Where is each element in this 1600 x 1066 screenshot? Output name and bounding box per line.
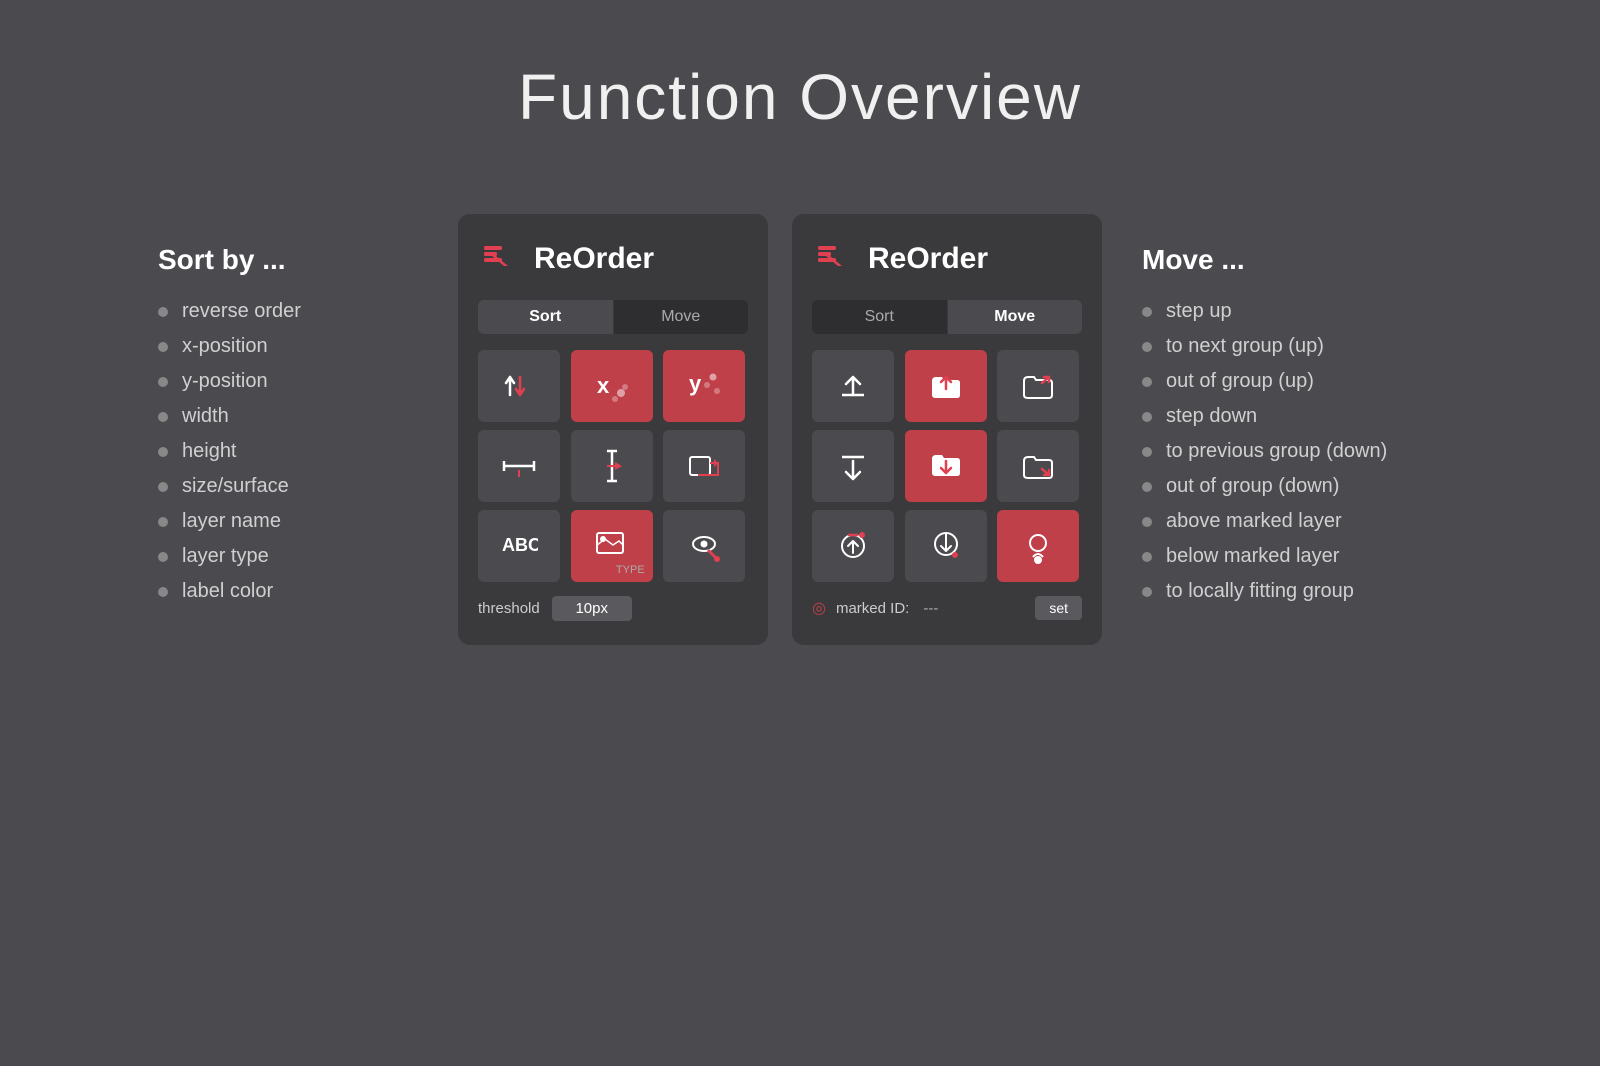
move-plugin-name: ReOrder bbox=[868, 242, 988, 276]
sort-width-button[interactable] bbox=[478, 430, 560, 502]
move-out-of-group-down-button[interactable] bbox=[997, 430, 1079, 502]
list-item: x-position bbox=[158, 335, 458, 358]
tab-sort-sort[interactable]: Sort bbox=[478, 300, 614, 334]
bullet-dot bbox=[1142, 587, 1152, 597]
list-item: step down bbox=[1142, 405, 1442, 428]
sort-plugin-name: ReOrder bbox=[534, 242, 654, 276]
move-out-of-group-up-button[interactable] bbox=[997, 350, 1079, 422]
bullet-dot bbox=[1142, 482, 1152, 492]
right-panel: Move ... step up to next group (up) out … bbox=[1102, 214, 1442, 603]
bullet-dot bbox=[158, 447, 168, 457]
sort-type-button[interactable]: TYPE bbox=[571, 510, 653, 582]
list-item: to locally fitting group bbox=[1142, 580, 1442, 603]
sort-y-button[interactable]: y bbox=[663, 350, 745, 422]
bullet-dot bbox=[1142, 517, 1152, 527]
tab-sort-move[interactable]: Move bbox=[614, 300, 749, 334]
bullet-dot bbox=[1142, 447, 1152, 457]
sort-plugin-header: ReOrder bbox=[478, 238, 748, 280]
bullet-dot bbox=[158, 307, 168, 317]
list-item: label color bbox=[158, 580, 458, 603]
sort-panel-title: Sort by ... bbox=[158, 244, 458, 276]
set-button[interactable]: set bbox=[1035, 596, 1082, 620]
sort-order-button[interactable] bbox=[478, 350, 560, 422]
move-above-marked-button[interactable] bbox=[812, 510, 894, 582]
main-content: Sort by ... reverse order x-position y-p… bbox=[0, 214, 1600, 645]
bullet-dot bbox=[158, 587, 168, 597]
bullet-dot bbox=[158, 377, 168, 387]
move-to-prev-group-down-button[interactable] bbox=[905, 430, 987, 502]
list-item: reverse order bbox=[158, 300, 458, 323]
marked-id-label: marked ID: bbox=[836, 600, 909, 617]
list-item: layer name bbox=[158, 510, 458, 533]
marked-id-row: ◎ marked ID: --- set bbox=[812, 596, 1082, 620]
move-panel-title: Move ... bbox=[1142, 244, 1442, 276]
sort-list: reverse order x-position y-position widt… bbox=[158, 300, 458, 603]
threshold-input[interactable] bbox=[552, 596, 632, 621]
list-item: step up bbox=[1142, 300, 1442, 323]
list-item: above marked layer bbox=[1142, 510, 1442, 533]
list-item: below marked layer bbox=[1142, 545, 1442, 568]
sort-plugin-panel: ReOrder Sort Move x bbox=[458, 214, 768, 645]
panels-area: ReOrder Sort Move x bbox=[458, 214, 1102, 645]
threshold-row: threshold bbox=[478, 596, 748, 621]
left-panel: Sort by ... reverse order x-position y-p… bbox=[158, 214, 458, 603]
bullet-dot bbox=[1142, 412, 1152, 422]
move-plugin-panel: ReOrder Sort Move bbox=[792, 214, 1102, 645]
page-title: Function Overview bbox=[518, 60, 1082, 134]
list-item: out of group (down) bbox=[1142, 475, 1442, 498]
list-item: y-position bbox=[158, 370, 458, 393]
sort-tab-bar: Sort Move bbox=[478, 300, 748, 334]
marked-icon: ◎ bbox=[812, 598, 826, 618]
bullet-dot bbox=[1142, 552, 1152, 562]
svg-text:y: y bbox=[689, 371, 702, 396]
sort-x-button[interactable]: x bbox=[571, 350, 653, 422]
move-list: step up to next group (up) out of group … bbox=[1142, 300, 1442, 603]
list-item: to previous group (down) bbox=[1142, 440, 1442, 463]
move-to-next-group-up-button[interactable] bbox=[905, 350, 987, 422]
bullet-dot bbox=[158, 482, 168, 492]
sort-size-button[interactable] bbox=[663, 430, 745, 502]
sort-height-button[interactable] bbox=[571, 430, 653, 502]
list-item: width bbox=[158, 405, 458, 428]
sort-label-button[interactable] bbox=[663, 510, 745, 582]
marked-id-value: --- bbox=[923, 600, 938, 617]
bullet-dot bbox=[158, 342, 168, 352]
threshold-label: threshold bbox=[478, 600, 540, 617]
bullet-dot bbox=[1142, 307, 1152, 317]
move-btn-grid bbox=[812, 350, 1082, 582]
tab-move-move[interactable]: Move bbox=[948, 300, 1083, 334]
bullet-dot bbox=[158, 412, 168, 422]
list-item: out of group (up) bbox=[1142, 370, 1442, 393]
bullet-dot bbox=[158, 517, 168, 527]
svg-text:x: x bbox=[597, 373, 610, 398]
move-step-down-button[interactable] bbox=[812, 430, 894, 502]
bullet-dot bbox=[1142, 377, 1152, 387]
move-below-marked-button[interactable] bbox=[905, 510, 987, 582]
list-item: to next group (up) bbox=[1142, 335, 1442, 358]
type-label: TYPE bbox=[616, 564, 645, 576]
move-tab-bar: Sort Move bbox=[812, 300, 1082, 334]
tab-move-sort[interactable]: Sort bbox=[812, 300, 948, 334]
svg-text:ABC: ABC bbox=[502, 535, 538, 555]
list-item: size/surface bbox=[158, 475, 458, 498]
move-step-up-button[interactable] bbox=[812, 350, 894, 422]
bullet-dot bbox=[158, 552, 168, 562]
sort-abc-button[interactable]: ABC bbox=[478, 510, 560, 582]
reorder-logo-move bbox=[812, 238, 854, 280]
bullet-dot bbox=[1142, 342, 1152, 352]
reorder-logo-sort bbox=[478, 238, 520, 280]
list-item: layer type bbox=[158, 545, 458, 568]
move-locally-fitting-button[interactable] bbox=[997, 510, 1079, 582]
move-plugin-header: ReOrder bbox=[812, 238, 1082, 280]
sort-btn-grid: x y bbox=[478, 350, 748, 582]
list-item: height bbox=[158, 440, 458, 463]
